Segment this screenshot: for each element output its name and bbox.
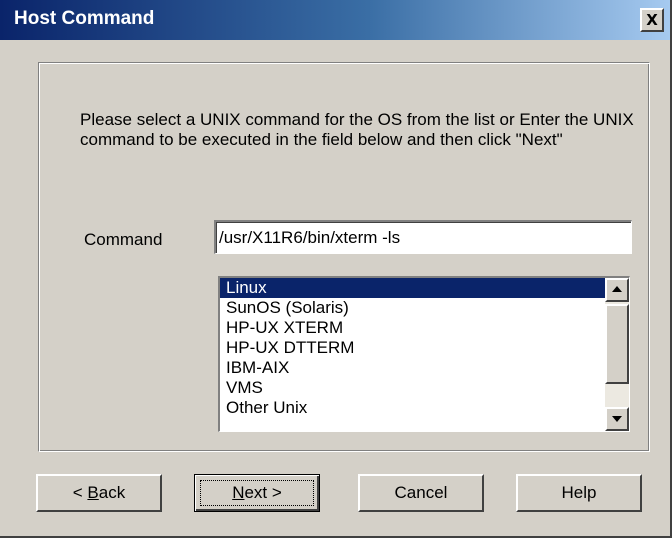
list-item[interactable]: HP-UX XTERM xyxy=(220,318,606,338)
os-listbox[interactable]: Linux SunOS (Solaris) HP-UX XTERM HP-UX … xyxy=(218,276,630,432)
list-item[interactable]: IBM-AIX xyxy=(220,358,606,378)
list-item[interactable]: Linux xyxy=(220,278,606,298)
command-label: Command xyxy=(84,230,163,249)
back-button-prefix: < xyxy=(72,483,88,502)
scroll-thumb[interactable] xyxy=(605,304,629,384)
close-button[interactable]: X xyxy=(640,8,664,32)
next-button-mnemonic: N xyxy=(232,483,245,502)
back-button-rest: ack xyxy=(98,483,126,502)
os-list-items: Linux SunOS (Solaris) HP-UX XTERM HP-UX … xyxy=(220,278,606,418)
next-button-rest: ext > xyxy=(244,483,282,502)
list-item[interactable]: Other Unix xyxy=(220,398,606,418)
list-item[interactable]: HP-UX DTTERM xyxy=(220,338,606,358)
list-item[interactable]: SunOS (Solaris) xyxy=(220,298,606,318)
command-input[interactable] xyxy=(214,220,632,254)
list-item[interactable]: VMS xyxy=(220,378,606,398)
window-title: Host Command xyxy=(14,8,155,29)
arrow-up-icon xyxy=(612,286,622,292)
list-scrollbar[interactable] xyxy=(605,278,629,431)
back-button-mnemonic: B xyxy=(87,483,99,502)
close-icon: X xyxy=(646,10,658,29)
arrow-down-icon xyxy=(612,416,622,422)
scroll-up-button[interactable] xyxy=(605,278,629,302)
back-button[interactable]: < Back xyxy=(36,474,162,512)
next-button[interactable]: Next > xyxy=(194,474,320,512)
host-command-dialog: Host Command X Please select a UNIX comm… xyxy=(0,0,672,538)
instructions-text: Please select a UNIX command for the OS … xyxy=(80,110,634,149)
title-bar[interactable]: Host Command X xyxy=(0,0,670,40)
help-button[interactable]: Help xyxy=(516,474,642,512)
scroll-down-button[interactable] xyxy=(605,407,629,431)
cancel-button[interactable]: Cancel xyxy=(358,474,484,512)
